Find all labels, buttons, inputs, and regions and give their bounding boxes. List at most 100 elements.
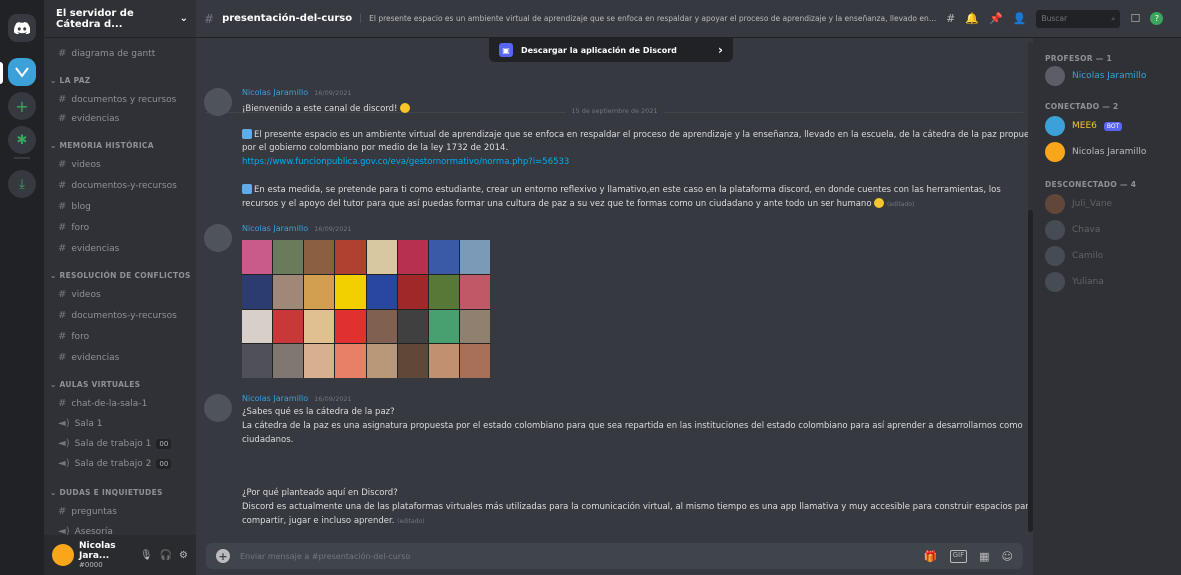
category-header[interactable]: ⌄ DUDAS E INQUIETUDES (50, 488, 163, 497)
channel-label: preguntas (71, 506, 117, 517)
collage-tile (242, 344, 273, 378)
hash-icon: # (58, 201, 67, 212)
user-count-badge: 00 (156, 458, 172, 469)
member-item[interactable]: Nicolas Jaramillo (1045, 66, 1146, 86)
channel-label: evidencias (71, 352, 120, 363)
message-input[interactable]: + Enviar mensaje a #presentación-del-cur… (206, 543, 1023, 569)
inbox-icon[interactable]: ☐ (1130, 12, 1140, 25)
collage-tile (428, 274, 459, 309)
channel-item[interactable]: # evidencias (58, 113, 119, 124)
user-tag: #0000 (79, 561, 103, 569)
avatar[interactable] (52, 544, 74, 566)
channel-item[interactable]: # diagrama de gantt (58, 48, 155, 59)
member-item[interactable]: Chava (1045, 220, 1100, 240)
download-apps-icon[interactable]: ⤓ (8, 170, 36, 198)
message-link[interactable]: https://www.funcionpublica.gov.co/eva/ge… (242, 157, 569, 167)
collage-tile (335, 309, 366, 344)
channel-item[interactable]: # videos (58, 159, 101, 170)
threads-icon[interactable]: # (946, 12, 955, 25)
avatar (1045, 142, 1065, 162)
user-controls: 🎙 🎧 ⚙ (140, 550, 188, 561)
gear-icon[interactable]: ⚙ (179, 550, 188, 561)
collage-tile (304, 240, 335, 274)
search-input[interactable]: Buscar ⌕ (1036, 9, 1121, 28)
channel-item[interactable]: # evidencias (58, 243, 119, 254)
voice-channel-item[interactable]: ◄) Sala de trabajo 2 00 (58, 458, 172, 469)
channel-item[interactable]: # documentos-y-recursos (58, 180, 177, 191)
member-item[interactable]: Camilo (1045, 246, 1103, 266)
help-icon[interactable]: ? (1150, 12, 1164, 25)
category-label: DUDAS E INQUIETUDES (59, 488, 163, 497)
category-header[interactable]: ⌄ MEMORIA HISTÓRICA (50, 141, 154, 150)
download-icon: ▣ (499, 43, 513, 57)
hash-icon: # (58, 331, 67, 342)
explore-servers-icon[interactable]: ✱ (8, 126, 36, 154)
message-text: recursos y el apoyo del tutor para que a… (242, 199, 872, 209)
avatar[interactable] (204, 88, 232, 116)
collage-tile (304, 309, 335, 344)
channel-item[interactable]: # chat-de-la-sala-1 (58, 398, 147, 409)
guild-header[interactable]: El servidor de Cátedra d... ⌄ (44, 0, 196, 38)
member-item[interactable]: MEE6 BOT (1045, 116, 1123, 136)
emoji-picker-icon[interactable]: ☺ (1002, 550, 1013, 563)
channel-item[interactable]: # evidencias (58, 352, 119, 363)
author-name[interactable]: Nicolas Jaramillo (242, 88, 308, 97)
voice-channel-item[interactable]: ◄) Sala de trabajo 1 00 (58, 438, 172, 449)
voice-channel-item[interactable]: ◄) Asesoría (58, 526, 113, 535)
hash-icon: # (58, 94, 67, 105)
collage-tile (335, 344, 366, 378)
channel-item[interactable]: # blog (58, 201, 91, 212)
add-server-icon[interactable]: + (8, 92, 36, 120)
message-line: recursos y el apoyo del tutor para que a… (242, 198, 914, 209)
headset-icon[interactable]: 🎧 (160, 550, 172, 561)
server-icon[interactable] (8, 58, 36, 86)
message-header: Nicolas Jaramillo 16/09/2021 (242, 224, 352, 233)
avatar[interactable] (204, 224, 232, 252)
sticker-icon[interactable]: ▦ (979, 550, 989, 563)
collage-tile (366, 344, 397, 378)
channel-item[interactable]: # preguntas (58, 506, 117, 517)
channel-item[interactable]: # videos (58, 289, 101, 300)
channel-label: videos (71, 159, 101, 170)
avatar[interactable] (204, 394, 232, 422)
pin-icon[interactable]: 📌 (989, 12, 1003, 25)
collage-tile (428, 309, 459, 344)
discord-home-icon[interactable] (8, 14, 36, 42)
collage-tile (335, 240, 366, 274)
bell-icon[interactable]: 🔔 (965, 12, 979, 25)
member-item[interactable]: Yuliana (1045, 272, 1104, 292)
members-icon[interactable]: 👤 (1013, 12, 1027, 25)
channel-item[interactable]: # foro (58, 331, 89, 342)
gif-icon[interactable]: GIF (949, 549, 968, 563)
author-name[interactable]: Nicolas Jaramillo (242, 394, 308, 403)
image-attachment[interactable] (242, 240, 490, 378)
channel-label: evidencias (71, 243, 120, 254)
hash-icon: # (58, 289, 67, 300)
voice-channel-item[interactable]: ◄) Sala 1 (58, 418, 102, 429)
guild-name: El servidor de Cátedra d... (56, 7, 134, 30)
member-name: Camilo (1072, 251, 1104, 261)
channel-item[interactable]: # documentos y recursos (58, 94, 176, 105)
mic-icon[interactable]: 🎙 (140, 550, 153, 561)
channel-label: Sala de trabajo 1 (74, 438, 152, 449)
hash-icon: # (58, 506, 67, 517)
channel-item[interactable]: # foro (58, 222, 89, 233)
download-app-banner[interactable]: ▣ Descargar la aplicación de Discord › (489, 38, 733, 62)
channel-header: # presentación-del-curso El presente esp… (196, 0, 1181, 38)
channel-label: chat-de-la-sala-1 (71, 398, 148, 409)
channel-item[interactable]: # documentos-y-recursos (58, 310, 177, 321)
upload-plus-icon[interactable]: + (216, 549, 230, 563)
channel-sidebar: El servidor de Cátedra d... ⌄ # diagrama … (44, 0, 196, 575)
category-header[interactable]: ⌄ LA PAZ (50, 76, 91, 85)
author-name[interactable]: Nicolas Jaramillo (242, 224, 308, 233)
collage-tile (397, 240, 428, 274)
collage-tile (366, 309, 397, 344)
category-header[interactable]: ⌄ AULAS VIRTUALES (50, 380, 140, 389)
member-item[interactable]: Juli_Vane (1045, 194, 1112, 214)
member-item[interactable]: Nicolas Jaramillo (1045, 142, 1146, 162)
collage-tile (459, 309, 490, 344)
category-header[interactable]: ⌄ RESOLUCIÓN DE CONFLICTOS (50, 271, 191, 280)
speaker-icon: ◄) (58, 526, 70, 535)
channel-topic[interactable]: El presente espacio es un ambiente virtu… (360, 14, 938, 23)
gift-icon[interactable]: 🎁 (924, 550, 938, 563)
